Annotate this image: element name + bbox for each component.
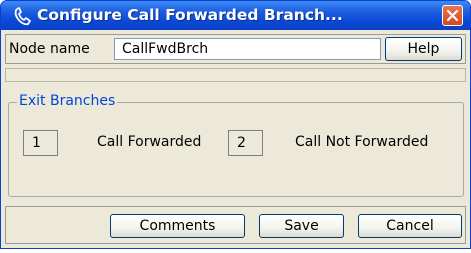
- close-icon: [446, 9, 459, 22]
- exit-branches-title: Exit Branches: [17, 93, 118, 109]
- button-bar: Comments Save Cancel: [5, 206, 466, 244]
- branch-label-2: Call Not Forwarded: [295, 134, 429, 150]
- dialog-content: Node name CallFwdBrch Help Exit Branches…: [5, 31, 466, 245]
- branch-label-1: Call Forwarded: [97, 134, 202, 150]
- node-name-row: Node name CallFwdBrch Help: [5, 34, 466, 64]
- branch-index-1: 1: [23, 130, 58, 156]
- save-button[interactable]: Save: [259, 214, 344, 238]
- branch-index-2: 2: [228, 130, 263, 156]
- dialog-window: Configure Call Forwarded Branch... Node …: [0, 0, 471, 249]
- title-bar[interactable]: Configure Call Forwarded Branch...: [1, 1, 470, 30]
- help-button[interactable]: Help: [385, 37, 462, 61]
- separator-strip: [5, 68, 466, 82]
- node-name-label: Node name: [9, 41, 90, 57]
- node-name-input[interactable]: CallFwdBrch: [114, 38, 381, 60]
- handset-icon: [13, 6, 33, 26]
- window-title: Configure Call Forwarded Branch...: [37, 6, 343, 24]
- close-button[interactable]: [442, 5, 463, 26]
- cancel-button[interactable]: Cancel: [358, 214, 462, 238]
- exit-branches-group: Exit Branches 1 Call Forwarded 2 Call No…: [8, 93, 464, 197]
- comments-button[interactable]: Comments: [110, 214, 245, 238]
